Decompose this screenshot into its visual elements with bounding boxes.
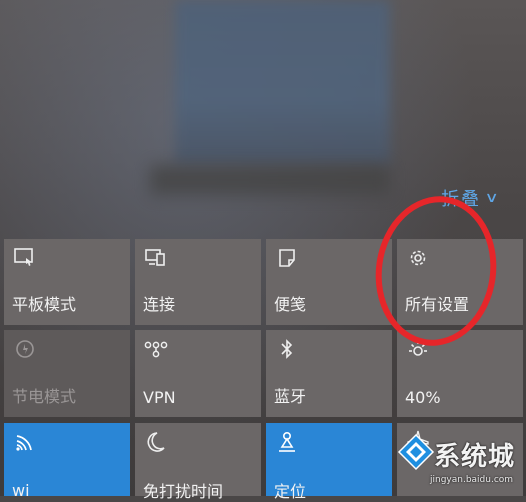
bluetooth-icon — [274, 336, 300, 362]
tile-tablet-mode[interactable]: 平板模式 — [4, 239, 130, 325]
vpn-icon — [143, 336, 169, 362]
tile-connect[interactable]: 连接 — [135, 239, 261, 325]
tile-quiet-hours[interactable]: 免打扰时间 — [135, 423, 261, 501]
blurred-window — [175, 0, 390, 165]
tile-bluetooth[interactable]: 蓝牙 — [266, 330, 392, 417]
wifi-icon — [12, 429, 38, 455]
tile-label: 定位 — [274, 482, 307, 501]
tile-label: 蓝牙 — [274, 387, 307, 406]
tile-label: 40% — [405, 388, 441, 407]
tile-label: 平板模式 — [12, 295, 77, 314]
tablet-mode-icon — [12, 245, 38, 271]
tile-label: VPN — [143, 388, 176, 407]
watermark-brand: 系统城 — [434, 442, 516, 472]
connect-icon — [143, 245, 169, 271]
tile-wifi[interactable]: wi — [4, 423, 130, 500]
blurred-strip — [150, 165, 390, 195]
tile-label: 便笺 — [274, 295, 307, 314]
tile-label: 节电模式 — [12, 387, 77, 406]
watermark: 系统城 jingyan.baidu.com — [396, 432, 524, 494]
tile-vpn[interactable]: VPN — [135, 330, 261, 417]
battery-saver-icon — [12, 336, 38, 362]
tile-label: 免打扰时间 — [143, 482, 224, 501]
watermark-url: jingyan.baidu.com — [430, 475, 514, 485]
tile-battery-saver[interactable]: 节电模式 — [4, 330, 130, 417]
location-icon — [274, 429, 300, 455]
tile-label: wi — [12, 481, 30, 500]
tile-label: 连接 — [143, 295, 176, 314]
tile-note[interactable]: 便笺 — [266, 239, 392, 325]
chevron-down-icon: ∨ — [484, 190, 502, 206]
tile-location[interactable]: 定位 — [266, 423, 392, 501]
moon-icon — [143, 429, 169, 455]
watermark-logo-icon — [397, 433, 435, 471]
note-icon — [274, 245, 300, 271]
